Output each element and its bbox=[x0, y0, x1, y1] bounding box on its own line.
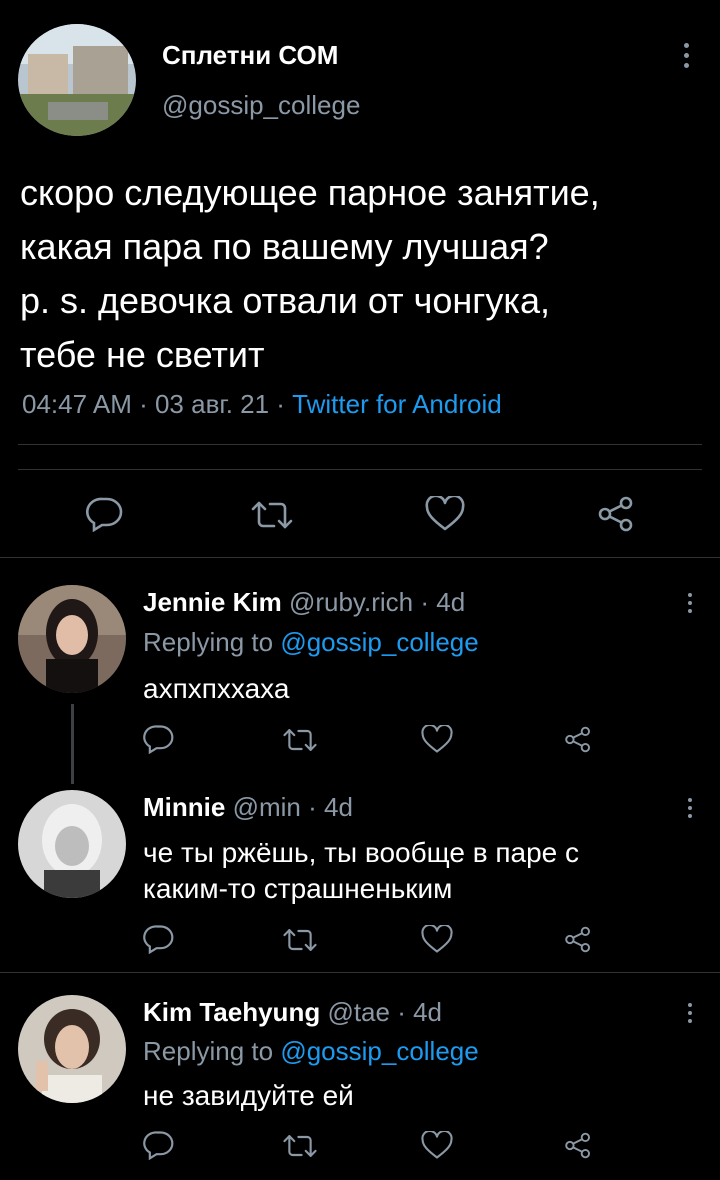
replying-to: Replying to @gossip_college bbox=[143, 1036, 479, 1067]
divider bbox=[18, 469, 702, 470]
more-vertical-icon[interactable] bbox=[683, 43, 689, 68]
author-name[interactable]: Сплетни СОМ bbox=[162, 40, 338, 71]
reply-avatar[interactable] bbox=[18, 995, 126, 1103]
tweet-text-line: скоро следующее парное занятие, bbox=[20, 172, 600, 213]
like-icon[interactable] bbox=[425, 496, 465, 532]
share-icon[interactable] bbox=[597, 496, 635, 532]
tweet-text-line: тебе не светит bbox=[20, 334, 265, 375]
reply-author-handle[interactable]: @ruby.rich bbox=[289, 587, 413, 617]
divider bbox=[0, 972, 720, 973]
reply-author-name[interactable]: Jennie Kim bbox=[143, 587, 282, 617]
replying-to-prefix: Replying to bbox=[143, 627, 281, 657]
share-icon[interactable] bbox=[564, 926, 592, 953]
reply-text: не завидуйте ей bbox=[143, 1080, 354, 1111]
tweet-text-line: какая пара по вашему лучшая? bbox=[20, 226, 549, 267]
reply-icon[interactable] bbox=[143, 1130, 175, 1160]
retweet-icon[interactable] bbox=[282, 727, 318, 753]
reply-age: · 4d bbox=[413, 587, 466, 617]
reply-avatar[interactable] bbox=[18, 585, 126, 693]
reply-icon[interactable] bbox=[143, 924, 175, 954]
retweet-icon[interactable] bbox=[250, 500, 294, 530]
meta-separator: · bbox=[269, 389, 293, 419]
reply-text: ахпхпххаха bbox=[143, 673, 290, 704]
reply-icon[interactable] bbox=[143, 724, 175, 754]
replying-to-link[interactable]: @gossip_college bbox=[280, 1036, 478, 1066]
reply-text-line: каким-то страшненьким bbox=[143, 873, 453, 904]
tweet-meta: 04:47 AM · 03 авг. 21 · Twitter for Andr… bbox=[22, 389, 502, 420]
more-vertical-icon[interactable] bbox=[687, 798, 693, 818]
reply-author-name[interactable]: Minnie bbox=[143, 792, 225, 822]
replying-to-link[interactable]: @gossip_college bbox=[280, 627, 478, 657]
more-vertical-icon[interactable] bbox=[687, 593, 693, 613]
reply-header: Minnie @min · 4d bbox=[143, 792, 353, 823]
thread-line bbox=[71, 704, 74, 784]
tweet-text: скоро следующее парное занятие, какая па… bbox=[20, 166, 710, 382]
reply-age: · 4d bbox=[389, 997, 443, 1027]
reply-text-line: че ты ржёшь, ты вообще в паре с bbox=[143, 837, 580, 868]
meta-separator: · bbox=[131, 389, 155, 419]
divider bbox=[0, 557, 720, 558]
reply-text: че ты ржёшь, ты вообще в паре с каким-то… bbox=[143, 835, 579, 907]
tweet-date: 03 авг. 21 bbox=[154, 389, 270, 419]
more-vertical-icon[interactable] bbox=[687, 1003, 693, 1023]
reply-header: Kim Taehyung @tae · 4d bbox=[143, 997, 442, 1028]
reply-icon[interactable] bbox=[86, 496, 124, 532]
replying-to: Replying to @gossip_college bbox=[143, 627, 479, 658]
reply-header: Jennie Kim @ruby.rich · 4d bbox=[143, 587, 465, 618]
reply-author-name[interactable]: Kim Taehyung bbox=[143, 997, 320, 1027]
share-icon[interactable] bbox=[564, 1132, 592, 1159]
share-icon[interactable] bbox=[564, 726, 592, 753]
like-icon[interactable] bbox=[421, 725, 453, 754]
like-icon[interactable] bbox=[421, 1131, 453, 1160]
tweet-time: 04:47 AM bbox=[22, 389, 132, 419]
author-avatar[interactable] bbox=[18, 24, 136, 136]
replying-to-prefix: Replying to bbox=[143, 1036, 281, 1066]
tweet-text-line: p. s. девочка отвали от чонгука, bbox=[20, 280, 550, 321]
reply-age: · 4d bbox=[300, 792, 353, 822]
retweet-icon[interactable] bbox=[282, 1133, 318, 1159]
retweet-icon[interactable] bbox=[282, 927, 318, 953]
reply-author-handle[interactable]: @min bbox=[233, 792, 301, 822]
reply-avatar[interactable] bbox=[18, 790, 126, 898]
divider bbox=[18, 444, 702, 445]
author-handle[interactable]: @gossip_college bbox=[162, 90, 360, 121]
tweet-source-link[interactable]: Twitter for Android bbox=[292, 389, 502, 419]
like-icon[interactable] bbox=[421, 925, 453, 954]
reply-author-handle[interactable]: @tae bbox=[327, 997, 390, 1027]
